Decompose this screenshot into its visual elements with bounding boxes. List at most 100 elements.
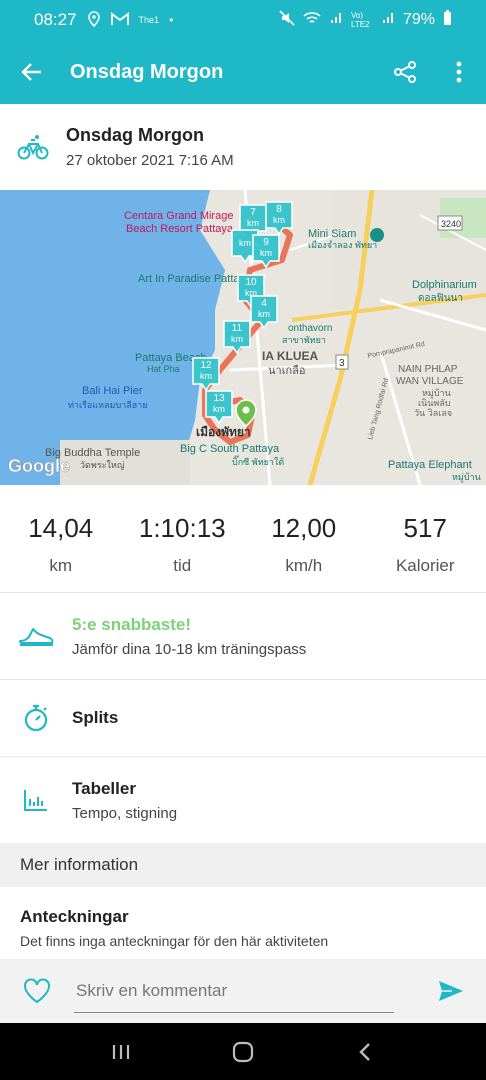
splits-title: Splits	[72, 708, 119, 727]
system-nav-bar	[0, 1023, 486, 1080]
svg-text:km: km	[273, 215, 285, 225]
map-label-bali-hai-th: ท่าเรือแหลมบาลีฮาย	[68, 400, 148, 410]
stat-label: km	[49, 556, 73, 575]
share-button[interactable]	[378, 40, 432, 104]
stat-calories: 517 Kalorier	[365, 485, 486, 592]
signal-icon	[329, 11, 343, 30]
map-label-centara-2: Beach Resort Pattaya	[126, 223, 234, 235]
send-icon	[439, 981, 463, 1001]
back-nav-button[interactable]	[335, 1027, 395, 1077]
tables-subtitle: Tempo, stigning	[72, 804, 178, 822]
camera-pin-icon	[370, 228, 384, 242]
map-label-mini-siam-th: เมืองจำลอง พัทยา	[308, 240, 377, 250]
stats-row: 14,04 km 1:10:13 tid 12,00 km/h 517 Kalo…	[0, 485, 486, 593]
svg-text:11: 11	[232, 323, 243, 334]
send-button[interactable]	[416, 980, 486, 1002]
recent-apps-icon	[112, 1044, 130, 1059]
sneaker-icon	[0, 625, 72, 647]
achievement-row[interactable]: 5:e snabbaste! Jämför dina 10-18 km trän…	[0, 593, 486, 680]
activity-title: Onsdag Morgon	[66, 125, 204, 145]
mute-icon	[279, 9, 295, 31]
network-label: Vo) LTE2	[350, 11, 370, 29]
achievement-subtitle: Jämför dina 10-18 km träningspass	[72, 640, 307, 658]
heart-icon	[24, 978, 50, 1004]
stat-label: Kalorier	[395, 556, 455, 575]
google-logo: Google	[8, 456, 70, 476]
svg-text:km: km	[200, 371, 212, 381]
map-label-buddha-th: วัดพระใหญ่	[80, 460, 125, 470]
stat-speed: 12,00 km/h	[243, 485, 365, 592]
home-button[interactable]	[213, 1027, 273, 1077]
map-label-nain-th2: เนินพลับ	[418, 398, 451, 408]
map-label-mini-siam: Mini Siam	[308, 228, 356, 240]
stat-value: 12,00	[271, 513, 337, 543]
more-info-header: Mer information	[0, 843, 486, 887]
stopwatch-icon	[0, 704, 72, 732]
stat-value: 1:10:13	[138, 513, 226, 543]
svg-text:km: km	[260, 248, 272, 258]
comment-input[interactable]	[74, 969, 394, 1013]
bicycle-icon	[0, 134, 66, 160]
splits-row[interactable]: Splits	[0, 680, 486, 757]
bar-chart-icon	[0, 788, 72, 812]
map-label-pattaya-th: เมืองพัทยา	[196, 425, 251, 439]
stat-distance: 14,04 km	[0, 485, 122, 592]
svg-text:12: 12	[200, 360, 212, 371]
back-arrow-icon	[21, 63, 41, 81]
stat-label: km/h	[285, 556, 323, 575]
stat-value: 517	[403, 513, 447, 543]
road-label-pornprapanimit: Pornprapanimit Rd	[367, 341, 426, 360]
map-label-dolphinarium-th: ดอลฟินนา	[418, 293, 463, 304]
signal-icon-2	[381, 11, 395, 30]
like-button[interactable]	[0, 978, 74, 1004]
road-label-3: 3	[339, 358, 345, 369]
more-options-button[interactable]	[432, 40, 486, 104]
home-icon	[232, 1041, 254, 1062]
gmail-icon	[110, 11, 129, 29]
wifi-icon	[303, 11, 321, 30]
notes-subtitle: Det finns inga anteckningar för den här …	[20, 933, 329, 949]
location-icon	[87, 10, 101, 30]
notes-section[interactable]: Anteckningar Det finns inga anteckningar…	[0, 887, 486, 959]
map-label-big-c: Big C South Pattaya	[180, 443, 280, 455]
svg-text:km: km	[231, 334, 243, 344]
map-label-big-c-th: บิ๊กซี พัทยาใต้	[232, 455, 284, 467]
svg-text:9: 9	[263, 237, 269, 248]
svg-text:km: km	[239, 238, 251, 248]
svg-text:8: 8	[276, 204, 282, 215]
chevron-left-icon	[359, 1042, 370, 1061]
more-vert-icon	[456, 61, 462, 83]
map-label-elephant-th: หมู่บ้าน	[452, 472, 481, 483]
map-label-branch: สาขาพัทยา	[282, 335, 326, 345]
svg-text:13: 13	[213, 393, 225, 404]
road-label-3240: 3240	[441, 219, 461, 229]
back-button[interactable]	[0, 40, 64, 104]
map-label-hat-pha: Hat Pha	[147, 364, 180, 374]
svg-text:km: km	[213, 404, 225, 414]
tables-row[interactable]: Tabeller Tempo, stigning	[0, 757, 486, 843]
map-label-elephant: Pattaya Elephant	[388, 459, 472, 471]
svg-text:km: km	[247, 218, 259, 228]
road-label-lieb: Lieb Tang Rodfai Rd	[367, 377, 390, 440]
achievement-title: 5:e snabbaste!	[72, 614, 192, 634]
dot-icon: •	[169, 13, 174, 27]
page-title: Onsdag Morgon	[70, 60, 224, 83]
route-map[interactable]: Centara Grand Mirage Beach Resort Pattay…	[0, 190, 486, 485]
svg-text:10: 10	[245, 277, 257, 288]
status-time: 08:27	[34, 10, 77, 29]
map-label-klua-th: นาเกลือ	[268, 364, 305, 377]
status-bar: 08:27 The1 • Vo) LTE2 79%	[0, 0, 486, 40]
stat-time: 1:10:13 tid	[122, 485, 244, 592]
map-label-wan-village: WAN VILLAGE	[396, 376, 464, 387]
tables-title: Tabeller	[72, 778, 136, 798]
map-label-bali-hai: Bali Hai Pier	[82, 385, 143, 397]
km-marker-8[interactable]: 8 km	[265, 201, 293, 236]
battery-icon	[443, 9, 452, 31]
km-marker-11[interactable]: 11 km	[223, 320, 251, 355]
map-label-art: Art In Paradise Pattaya	[138, 273, 252, 285]
stat-value: 14,04	[28, 513, 94, 543]
recent-apps-button[interactable]	[91, 1027, 151, 1077]
activity-header: Onsdag Morgon 27 oktober 2021 7:16 AM	[0, 104, 486, 190]
battery-level: 79%	[402, 11, 435, 28]
map-label-nain-phlap: NAIN PHLAP	[398, 364, 458, 375]
